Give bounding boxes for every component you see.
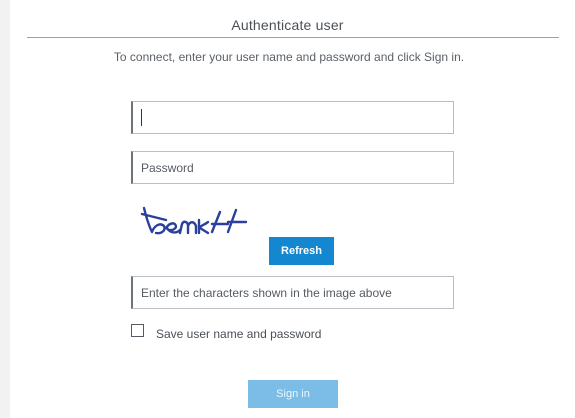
save-credentials-checkbox[interactable]	[131, 324, 144, 337]
text-caret	[141, 109, 142, 126]
captcha-input[interactable]	[131, 276, 454, 309]
password-input[interactable]	[131, 151, 454, 184]
title-divider	[27, 37, 559, 38]
instructions-text: To connect, enter your user name and pas…	[113, 50, 465, 64]
captcha-image	[140, 206, 248, 235]
sign-in-button[interactable]: Sign in	[248, 380, 338, 408]
username-input[interactable]	[131, 101, 454, 134]
save-credentials-label: Save user name and password	[156, 327, 322, 341]
page-title: Authenticate user	[231, 17, 344, 33]
refresh-captcha-button[interactable]: Refresh	[269, 237, 334, 265]
